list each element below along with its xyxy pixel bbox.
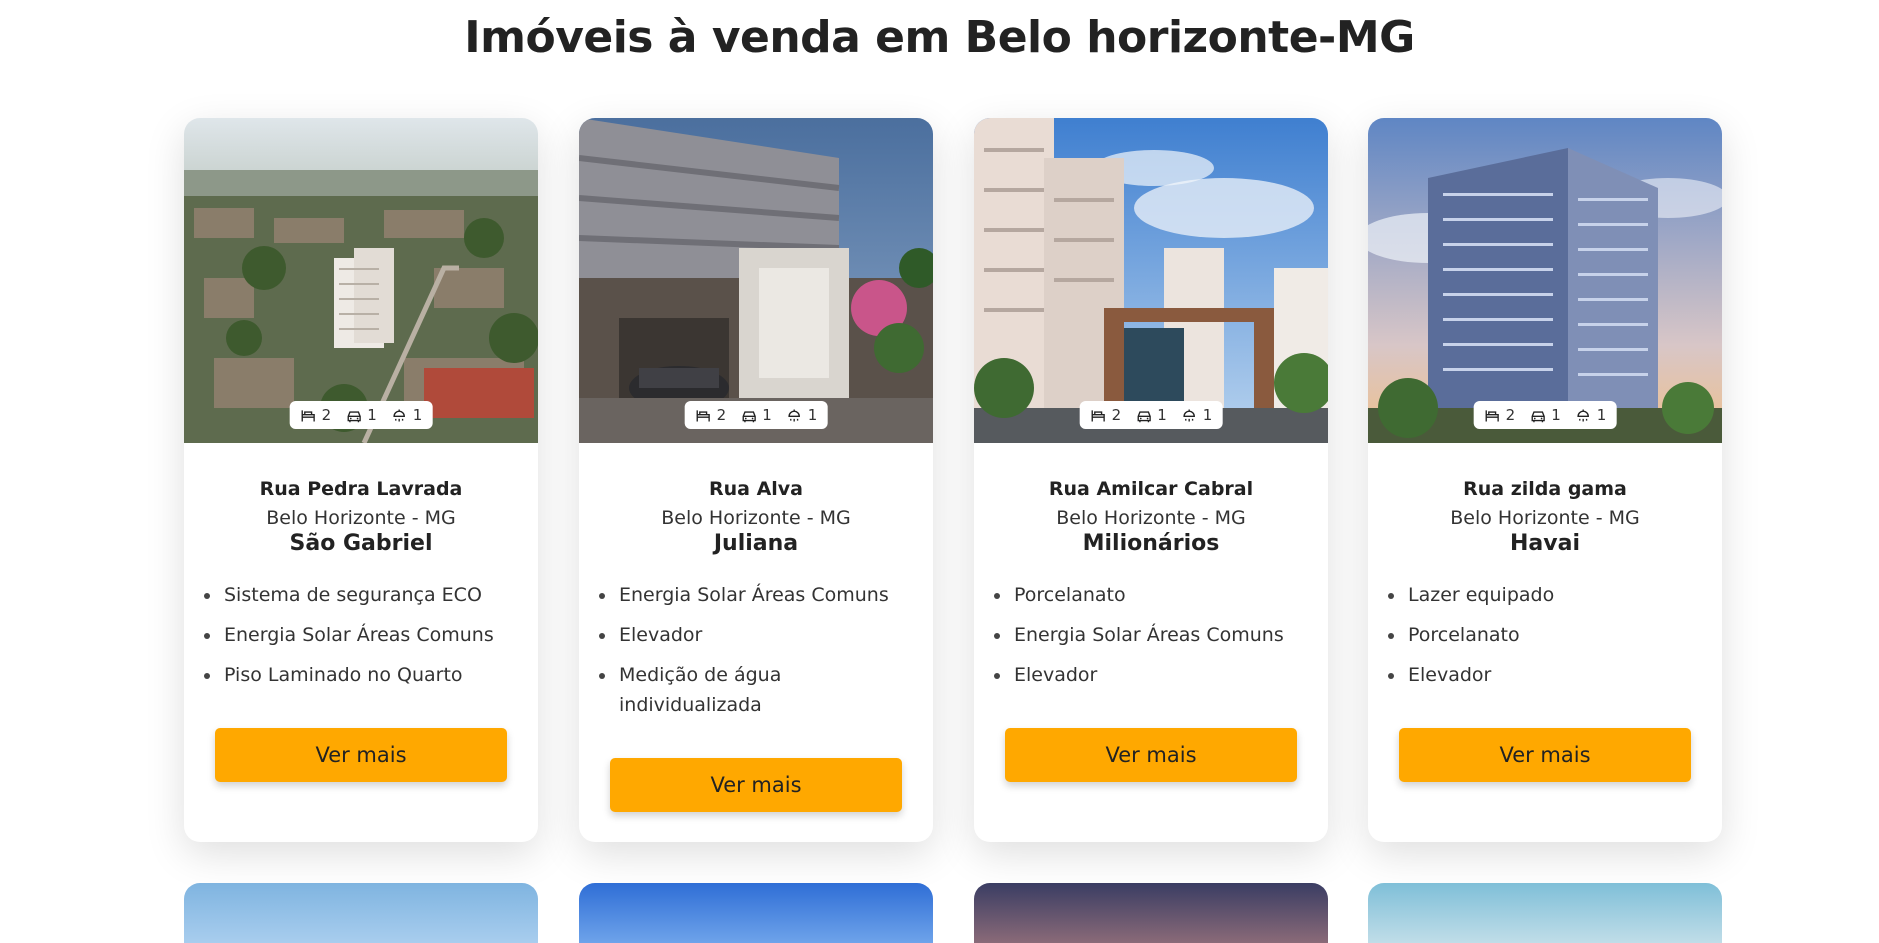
amenities-list: Lazer equipado Porcelanato Elevador [1388,580,1708,700]
see-more-button[interactable]: Ver mais [215,728,507,782]
shower-icon [788,409,801,421]
shower-icon [393,409,406,421]
see-more-button[interactable]: Ver mais [610,758,902,812]
property-card: 2 1 1 Rua Pedra Lavrada Belo Horizonte -… [184,118,538,842]
condo-towers-photo [974,118,1328,443]
amenity-item: Energia Solar Áreas Comuns [204,620,524,650]
property-features: 2 1 1 [1079,401,1223,429]
amenity-item: Piso Laminado no Quarto [204,660,524,690]
bedrooms-count: 2 [716,406,727,424]
bedrooms-count: 2 [321,406,332,424]
amenity-item: Medição de água individualizada [599,660,919,720]
see-more-button[interactable]: Ver mais [1005,728,1297,782]
condo-entrance-photo [579,118,933,443]
amenity-item: Elevador [1388,660,1708,690]
bed-icon [301,409,315,421]
bedrooms-count: 2 [1505,406,1516,424]
amenity-item: Elevador [994,660,1314,690]
property-features: 2 1 1 [684,401,828,429]
property-street: Rua Pedra Lavrada [259,478,463,500]
car-icon [347,410,361,422]
car-icon [742,410,756,422]
see-more-button[interactable]: Ver mais [1399,728,1691,782]
property-city: Belo Horizonte - MG [1056,507,1246,529]
property-city: Belo Horizonte - MG [661,507,851,529]
bed-icon [1091,409,1105,421]
property-card-partial[interactable] [184,883,538,943]
bathrooms-count: 1 [412,406,423,424]
car-icon [1531,410,1545,422]
amenity-item: Elevador [599,620,919,650]
property-city: Belo Horizonte - MG [1450,507,1640,529]
parking-count: 1 [367,406,377,424]
car-icon [1137,410,1151,422]
amenities-list: Energia Solar Áreas Comuns Elevador Medi… [599,580,919,730]
property-street: Rua zilda gama [1463,478,1627,500]
bed-icon [1485,409,1499,421]
bed-icon [696,409,710,421]
property-photo[interactable]: 2 1 1 [974,118,1328,443]
bathrooms-count: 1 [807,406,818,424]
property-card-partial[interactable] [1368,883,1722,943]
page-title: Imóveis à venda em Belo horizonte-MG [464,12,1415,63]
property-photo[interactable]: 2 1 1 [1368,118,1722,443]
bathrooms-count: 1 [1202,406,1213,424]
parking-count: 1 [1551,406,1561,424]
parking-count: 1 [1157,406,1167,424]
property-neighborhood: Juliana [713,531,799,556]
property-photo[interactable]: 2 1 1 [184,118,538,443]
property-card-partial[interactable] [974,883,1328,943]
property-card: 2 1 1 Rua Alva Belo Horizonte - MG Julia… [579,118,933,842]
amenity-item: Porcelanato [1388,620,1708,650]
property-card: 2 1 1 Rua zilda gama Belo Horizonte - MG… [1368,118,1722,842]
amenities-list: Sistema de segurança ECO Energia Solar Á… [204,580,524,700]
property-neighborhood: Milionários [1082,531,1220,556]
shower-icon [1183,409,1196,421]
amenity-item: Porcelanato [994,580,1314,610]
property-city: Belo Horizonte - MG [266,507,456,529]
shower-icon [1577,409,1590,421]
property-card-partial[interactable] [579,883,933,943]
property-neighborhood: São Gabriel [289,531,433,556]
amenities-list: Porcelanato Energia Solar Áreas Comuns E… [994,580,1314,700]
amenity-item: Energia Solar Áreas Comuns [994,620,1314,650]
aerial-city-photo [184,118,538,443]
property-street: Rua Amilcar Cabral [1048,478,1254,500]
property-street: Rua Alva [708,478,804,500]
parking-count: 1 [762,406,772,424]
property-features: 2 1 1 [289,401,433,429]
bedrooms-count: 2 [1111,406,1122,424]
bathrooms-count: 1 [1596,406,1607,424]
property-neighborhood: Havai [1510,531,1580,556]
property-features: 2 1 1 [1473,401,1617,429]
property-card: 2 1 1 Rua Amilcar Cabral Belo Horizonte … [974,118,1328,842]
blue-tower-photo [1368,118,1722,443]
amenity-item: Energia Solar Áreas Comuns [599,580,919,610]
property-photo[interactable]: 2 1 1 [579,118,933,443]
amenity-item: Lazer equipado [1388,580,1708,610]
amenity-item: Sistema de segurança ECO [204,580,524,610]
